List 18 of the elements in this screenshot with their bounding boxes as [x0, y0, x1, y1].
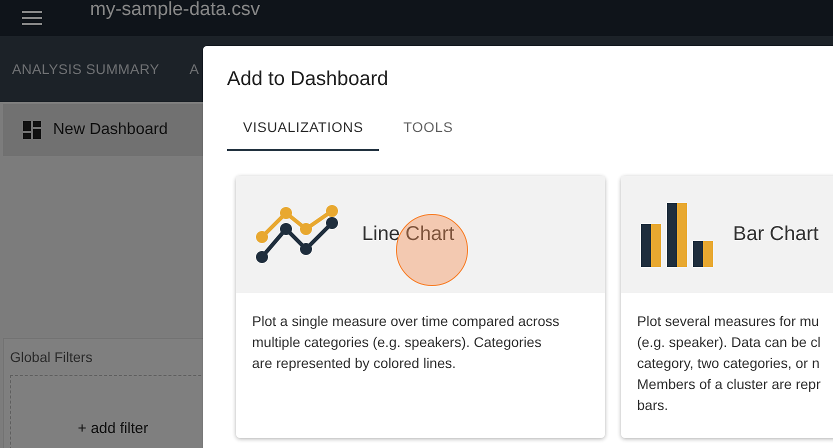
- card-description: Plot a single measure over time compared across multiple categories (e.g. speakers). Categories are represented by colored lines.: [251, 312, 560, 373]
- nav-tab[interactable]: A: [189, 61, 200, 77]
- card-title: Bar Chart: [733, 223, 819, 246]
- chart-card[interactable]: Bar Chart Plot several measures for mu (e.g. speaker). Data can be cl category, two categories, or n Members of a cluster are repr bars.: [621, 176, 833, 438]
- dashboard-item[interactable]: New Dashboard: [3, 104, 203, 156]
- chart-card[interactable]: Line Chart Plot a single measure over time compared across multiple categories (e.g. speakers). Categories are represented by colored lines.: [236, 176, 605, 438]
- nav-tab[interactable]: ANALYSIS SUMMARY: [12, 61, 160, 77]
- card-description: Plot several measures for mu (e.g. speaker). Data can be cl category, two categories, or n Members of a cluster are repr bars.: [636, 312, 822, 415]
- menu-icon[interactable]: [22, 11, 42, 25]
- dialog-title: Add to Dashboard: [227, 68, 390, 91]
- dashboard-icon: [23, 121, 41, 139]
- app-title: my-sample-data.csv: [90, 0, 260, 21]
- card-title: Line Chart: [362, 223, 454, 246]
- add-filter-link[interactable]: + add filter: [78, 420, 148, 437]
- tab[interactable]: VISUALIZATIONS: [227, 109, 380, 151]
- filters-title: Global Filters: [10, 349, 94, 365]
- tab[interactable]: TOOLS: [387, 109, 470, 151]
- bar-chart-icon: [641, 202, 715, 266]
